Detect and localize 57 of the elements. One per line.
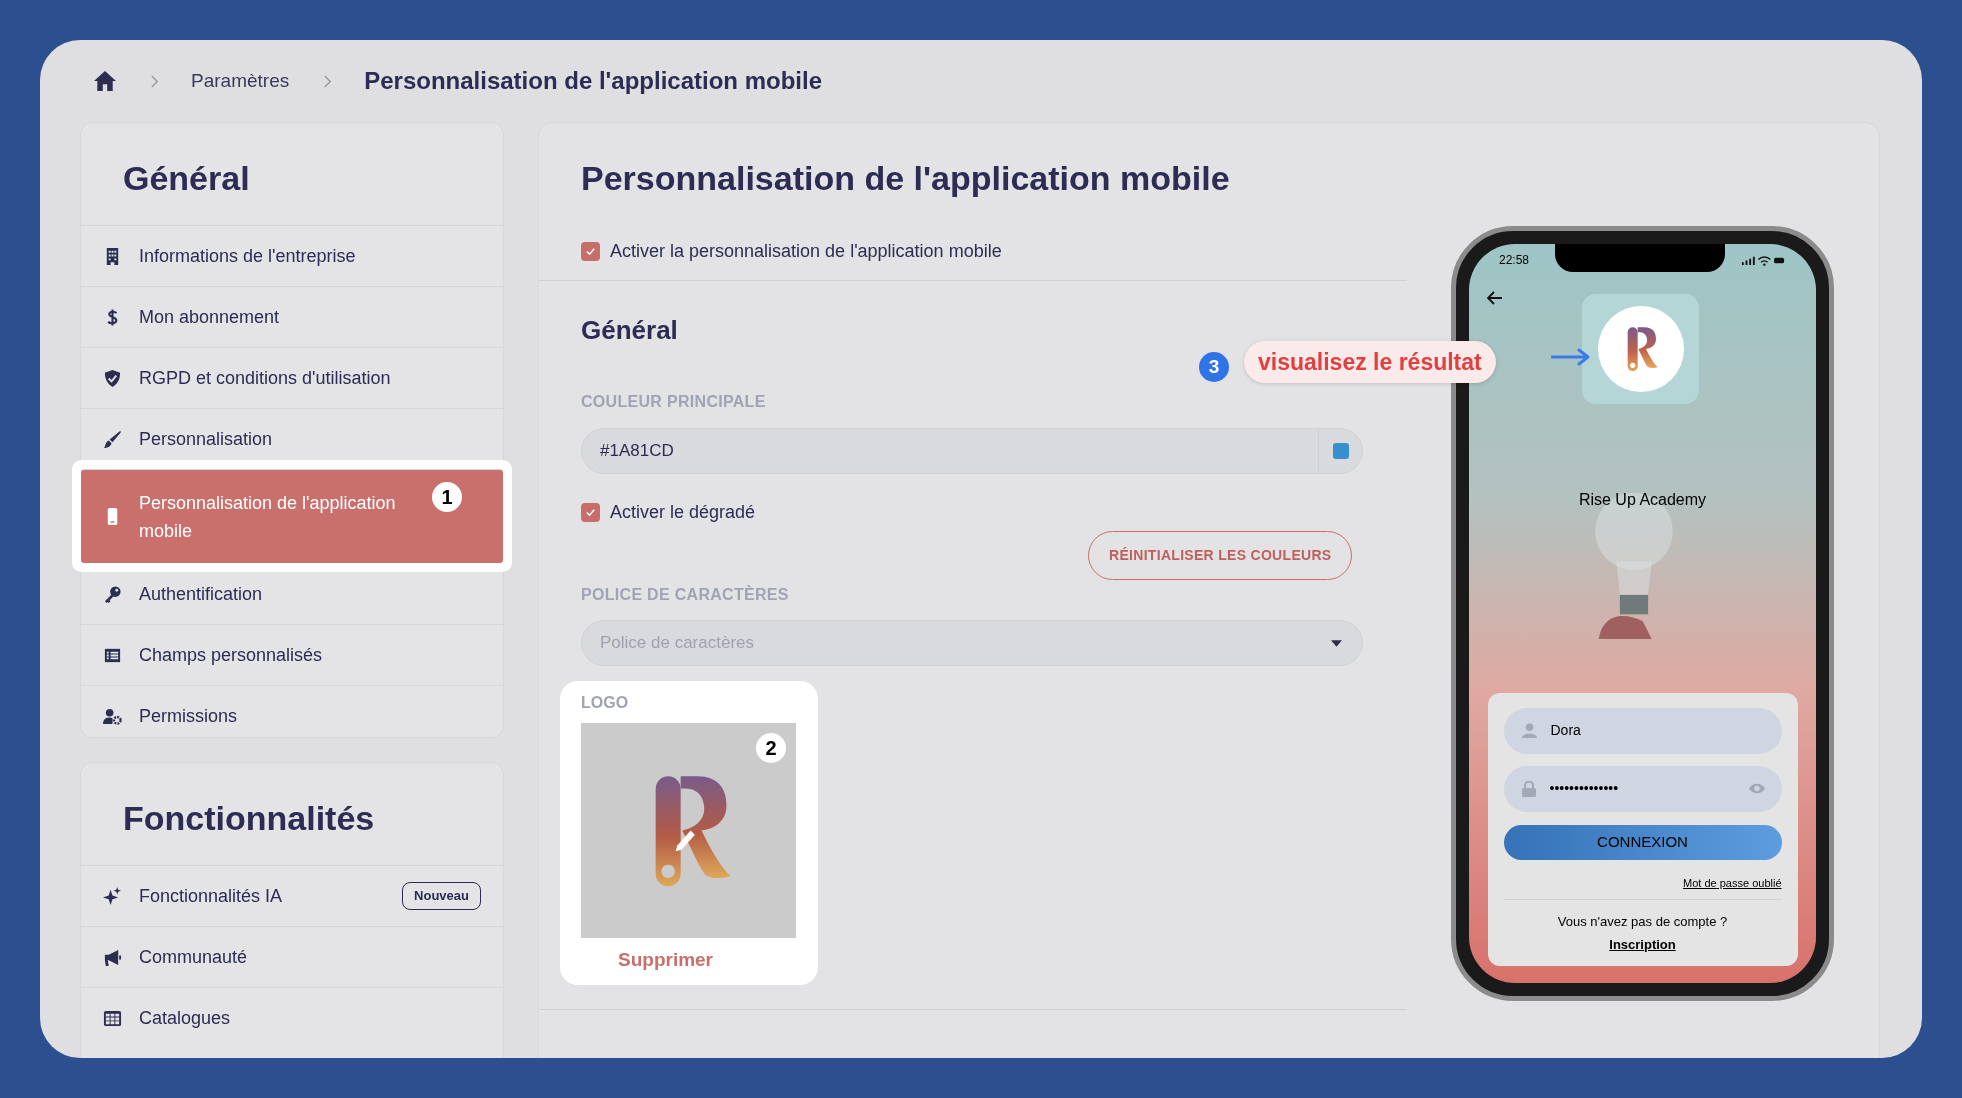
- signup-link[interactable]: Inscription: [1609, 934, 1676, 954]
- breadcrumb-link[interactable]: Paramètres: [191, 66, 290, 96]
- sidebar-item[interactable]: Communauté: [81, 926, 503, 987]
- checkbox-label: Activer le dégradé: [610, 501, 756, 524]
- forgot-password-link[interactable]: Mot de passe oublié: [1683, 874, 1782, 891]
- grid-icon: [103, 1008, 122, 1028]
- caret-icon: [1331, 639, 1342, 647]
- checkbox[interactable]: [581, 503, 600, 522]
- checkbox[interactable]: [581, 242, 600, 261]
- user-gear-icon: [103, 706, 122, 726]
- brush-icon: [103, 429, 122, 449]
- sidebar-item[interactable]: Authentification: [81, 563, 503, 624]
- key-icon: [103, 584, 122, 604]
- field-label: POLICE DE CARACTÈRES: [581, 584, 790, 605]
- signup-prompt: Vous n'avez pas de compte ?: [1557, 913, 1728, 931]
- sidebar-item[interactable]: Informations de l'entreprise: [81, 225, 503, 286]
- lock-icon: [1521, 780, 1536, 797]
- section-title: Général: [122, 158, 251, 199]
- arrow-icon: [1551, 348, 1591, 366]
- app-name: Rise Up Academy: [1578, 490, 1707, 510]
- shield-icon: [103, 368, 122, 388]
- checkbox-label: Activer la personnalisation de l'application mobile: [610, 240, 1002, 263]
- sidebar-item[interactable]: RGPD et conditions d'utilisation: [81, 347, 503, 408]
- section-subtitle: Général: [581, 314, 679, 347]
- sparkles-icon: [103, 886, 122, 906]
- back-arrow-icon: [1487, 291, 1503, 305]
- step-number-marker: 1: [432, 482, 462, 512]
- login-button[interactable]: CONNEXION: [1503, 824, 1782, 860]
- step-number-marker: 3: [1199, 352, 1229, 382]
- chevron-icon: [150, 74, 159, 88]
- color-swatch: [1333, 443, 1349, 459]
- new-badge: Nouveau: [402, 882, 481, 910]
- field-label: LOGO: [581, 693, 630, 713]
- login-input-field[interactable]: Dora: [1503, 707, 1782, 754]
- sidebar-item[interactable]: Champs personnalisés: [81, 624, 503, 685]
- sidebar-item[interactable]: Permissions: [81, 685, 503, 746]
- user-icon: [1521, 723, 1537, 738]
- breadcrumb-current: Personnalisation de l'application mobile: [364, 66, 822, 96]
- sidebar-item[interactable]: Fonctionnalités IA Nouveau: [81, 865, 503, 926]
- sidebar-item[interactable]: Catalogues: [81, 987, 503, 1048]
- checkmark-icon: [585, 507, 596, 518]
- callout-label: visualisez le résultat: [1244, 341, 1496, 383]
- status-icons-icon: [1740, 254, 1786, 266]
- chevron-icon: [323, 74, 333, 88]
- status-time: 22:58: [1499, 252, 1530, 269]
- eye-icon: [1747, 782, 1766, 795]
- login-input-field[interactable]: ••••••••••••••: [1503, 765, 1782, 812]
- checkmark-icon: [585, 246, 596, 257]
- megaphone-icon: [103, 947, 122, 967]
- logo-preview[interactable]: 2: [581, 723, 796, 938]
- page-title: Personnalisation de l'application mobile: [580, 158, 1231, 199]
- step-number-marker: 2: [756, 733, 786, 763]
- sidebar-item[interactable]: Mon abonnement: [81, 286, 503, 347]
- home-icon: [94, 71, 116, 91]
- section-title: Fonctionnalités: [122, 798, 376, 839]
- color-input-field[interactable]: #1A81CD: [581, 428, 1363, 474]
- field-label: COULEUR PRINCIPALE: [581, 392, 767, 412]
